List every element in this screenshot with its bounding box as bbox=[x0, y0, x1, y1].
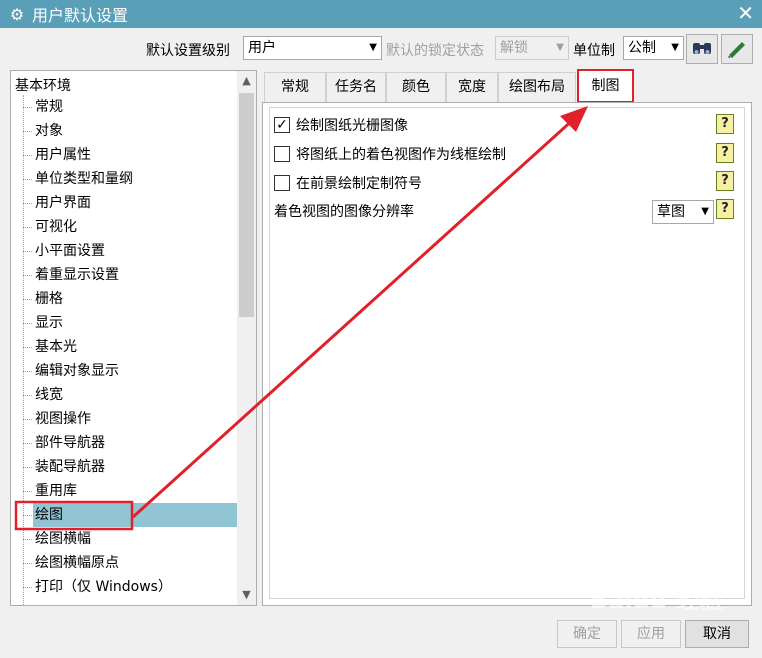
tree-item[interactable]: 基本光 bbox=[33, 335, 237, 359]
custom-symbol-checkbox[interactable] bbox=[274, 175, 290, 191]
tree-item[interactable]: 可视化 bbox=[33, 215, 237, 239]
resolution-select[interactable]: 草图 ▼ bbox=[652, 200, 714, 224]
help-icon[interactable]: ? bbox=[716, 143, 734, 163]
tree-item[interactable]: 栅格 bbox=[33, 287, 237, 311]
custom-symbol-label: 在前景绘制定制符号 bbox=[296, 176, 422, 192]
tree-connector bbox=[23, 539, 32, 540]
tree-connector bbox=[23, 179, 32, 180]
category-tree: 基本环境 常规 对象 用户属性 单位类型和量纲 用户界面 可视化 小平面设置 着重显示设置 栅格… bbox=[10, 70, 257, 606]
tree-item[interactable]: 重用库 bbox=[33, 479, 237, 503]
binoculars-icon bbox=[693, 43, 711, 54]
chevron-down-icon: ▼ bbox=[701, 206, 709, 217]
unit-system-value: 公制 bbox=[628, 40, 656, 56]
lock-state-value: 解锁 bbox=[500, 40, 528, 56]
title-bar: ⚙ 用户默认设置 ✕ bbox=[0, 0, 762, 28]
chevron-down-icon[interactable]: ▼ bbox=[237, 585, 256, 605]
wireframe-label: 将图纸上的着色视图作为线框绘制 bbox=[296, 147, 506, 163]
tree-item[interactable]: 视图操作 bbox=[33, 407, 237, 431]
tree-connector bbox=[23, 563, 32, 564]
tree-connector bbox=[23, 203, 32, 204]
tree-item[interactable]: 显示 bbox=[33, 311, 237, 335]
resolution-label: 着色视图的图像分辨率 bbox=[274, 204, 414, 220]
help-icon[interactable]: ? bbox=[716, 199, 734, 219]
edit-button[interactable] bbox=[721, 34, 753, 64]
default-level-label: 默认设置级别 bbox=[146, 43, 230, 59]
raster-image-option[interactable]: ✓ 绘制图纸光栅图像 bbox=[274, 114, 408, 138]
cancel-button[interactable]: 取消 bbox=[685, 620, 749, 648]
unit-system-select[interactable]: 公制 ▼ bbox=[623, 36, 684, 60]
tab-general[interactable]: 常规 bbox=[264, 72, 326, 102]
tree-connector bbox=[23, 491, 32, 492]
resolution-value: 草图 bbox=[657, 204, 685, 220]
raster-image-checkbox[interactable]: ✓ bbox=[274, 117, 290, 133]
tree-connector bbox=[23, 299, 32, 300]
tree-root-label[interactable]: 基本环境 bbox=[15, 75, 71, 95]
tab-task-name[interactable]: 任务名 bbox=[326, 72, 386, 102]
tree-item[interactable]: 编辑对象显示 bbox=[33, 359, 237, 383]
help-icon[interactable]: ? bbox=[716, 171, 734, 191]
toolbar: 默认设置级别 用户 ▼ 默认的锁定状态 解锁 ▼ 单位制 公制 ▼ bbox=[0, 34, 762, 64]
tree-connector bbox=[23, 107, 32, 108]
tree-item[interactable]: 装配导航器 bbox=[33, 455, 237, 479]
chevron-up-icon[interactable]: ▲ bbox=[237, 71, 256, 91]
find-button[interactable] bbox=[686, 34, 718, 64]
tree-connector bbox=[23, 515, 32, 516]
tree-item[interactable]: 常规 bbox=[33, 95, 237, 119]
tree-item[interactable]: 用户属性 bbox=[33, 143, 237, 167]
unit-system-label: 单位制 bbox=[573, 43, 615, 59]
tab-color[interactable]: 颜色 bbox=[386, 72, 446, 102]
close-icon[interactable]: ✕ bbox=[737, 2, 754, 24]
tree-item[interactable]: 部件导航器 bbox=[33, 431, 237, 455]
tree-connector bbox=[23, 323, 32, 324]
tab-plot-layout[interactable]: 绘图布局 bbox=[498, 72, 576, 102]
apply-button[interactable]: 应用 bbox=[621, 620, 681, 648]
tree-connector bbox=[23, 155, 32, 156]
wireframe-checkbox[interactable] bbox=[274, 146, 290, 162]
raster-image-label: 绘制图纸光栅图像 bbox=[296, 118, 408, 134]
watermark: Baidu 经验 bbox=[590, 586, 724, 614]
tree-connector bbox=[23, 275, 32, 276]
custom-symbol-option[interactable]: 在前景绘制定制符号 bbox=[274, 172, 422, 196]
tree-item[interactable]: 绘图 bbox=[33, 503, 237, 527]
tree-item[interactable]: 用户界面 bbox=[33, 191, 237, 215]
tree-connector bbox=[23, 395, 32, 396]
tree-connector bbox=[23, 443, 32, 444]
chevron-down-icon: ▼ bbox=[671, 42, 679, 53]
tree-connector bbox=[23, 587, 32, 588]
tree-item[interactable]: 打印（仅 Windows） bbox=[33, 575, 237, 599]
drafting-panel: ✓ 绘制图纸光栅图像 将图纸上的着色视图作为线框绘制 在前景绘制定制符号 着色视图… bbox=[262, 102, 752, 606]
tree-connector bbox=[23, 467, 32, 468]
ok-button[interactable]: 确定 bbox=[557, 620, 617, 648]
tree-item[interactable]: 线宽 bbox=[33, 383, 237, 407]
tree-connector bbox=[23, 347, 32, 348]
tree-item[interactable]: 小平面设置 bbox=[33, 239, 237, 263]
tree-connector bbox=[23, 251, 32, 252]
tree-connector bbox=[23, 227, 32, 228]
tab-drafting[interactable]: 制图 bbox=[577, 69, 634, 103]
tree-connector bbox=[23, 131, 32, 132]
chevron-down-icon: ▼ bbox=[556, 42, 564, 53]
tree-scrollbar[interactable]: ▲ ▼ bbox=[237, 71, 256, 605]
options-group: ✓ 绘制图纸光栅图像 将图纸上的着色视图作为线框绘制 在前景绘制定制符号 着色视图… bbox=[269, 107, 745, 599]
settings-gear-icon: ⚙ bbox=[9, 4, 25, 24]
tree-item[interactable]: 对象 bbox=[33, 119, 237, 143]
scroll-thumb[interactable] bbox=[239, 93, 254, 317]
tree-item[interactable]: 单位类型和量纲 bbox=[33, 167, 237, 191]
tree-connector bbox=[23, 371, 32, 372]
window-title: 用户默认设置 bbox=[32, 6, 129, 25]
default-level-value: 用户 bbox=[248, 40, 276, 56]
default-level-select[interactable]: 用户 ▼ bbox=[243, 36, 382, 60]
chevron-down-icon: ▼ bbox=[369, 42, 377, 53]
tree-connector bbox=[23, 419, 32, 420]
tree-item[interactable]: 着重显示设置 bbox=[33, 263, 237, 287]
lock-state-label: 默认的锁定状态 bbox=[386, 43, 484, 59]
help-icon[interactable]: ? bbox=[716, 114, 734, 134]
wireframe-option[interactable]: 将图纸上的着色视图作为线框绘制 bbox=[274, 143, 506, 167]
tree-item[interactable]: 绘图横幅原点 bbox=[33, 551, 237, 575]
tree-connector bbox=[23, 95, 24, 605]
tab-width[interactable]: 宽度 bbox=[446, 72, 498, 102]
edit-icon bbox=[728, 42, 745, 58]
lock-state-select[interactable]: 解锁 ▼ bbox=[495, 36, 569, 60]
tree-item[interactable]: 绘图横幅 bbox=[33, 527, 237, 551]
